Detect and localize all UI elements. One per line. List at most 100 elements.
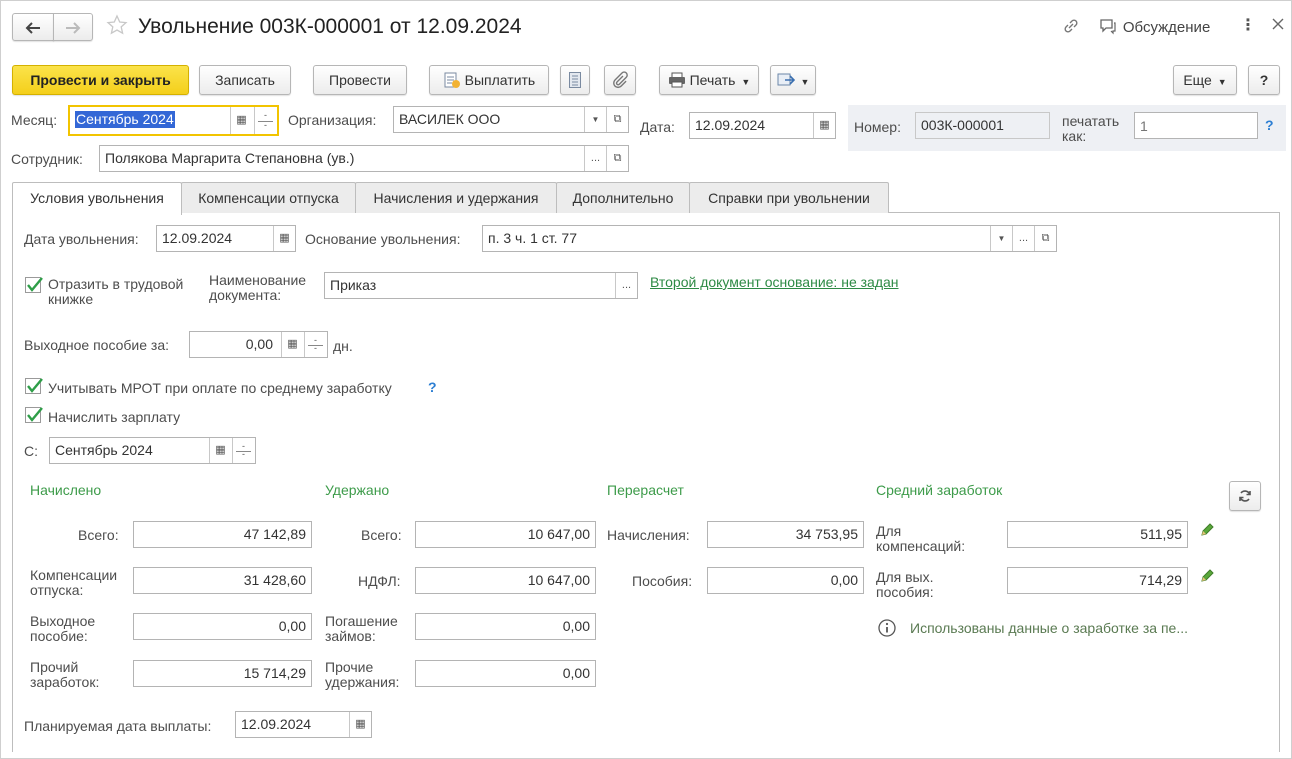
severance-stepper[interactable]: -- — [304, 332, 326, 357]
checkmark-icon — [27, 378, 43, 393]
withheld-ndfl-field: 10 647,00 — [415, 567, 596, 594]
attach-button[interactable] — [604, 65, 636, 95]
from-month-field[interactable]: Сентябрь 2024 ▦ -- — [49, 437, 256, 464]
send-button[interactable]: ▼ — [770, 65, 816, 95]
help-icon[interactable]: ? — [428, 379, 437, 395]
ellipsis-icon[interactable]: ... — [1012, 226, 1034, 251]
month-stepper[interactable]: -- — [254, 107, 276, 134]
month-label: Месяц: — [11, 112, 58, 128]
tab-certificates[interactable]: Справки при увольнении — [689, 182, 889, 213]
tab-additional[interactable]: Дополнительно — [556, 182, 690, 213]
discussion-label: Обсуждение — [1122, 19, 1211, 36]
print-as-label: печатать как: — [1062, 113, 1120, 144]
close-icon[interactable] — [1270, 16, 1286, 35]
reason-field[interactable]: п. 3 ч. 1 ст. 77 ▼ ... ⧉ — [482, 225, 1057, 252]
planned-date-field[interactable]: 12.09.2024 ▦ — [235, 711, 372, 738]
save-button[interactable]: Записать — [199, 65, 291, 95]
ellipsis-icon[interactable]: ... — [615, 273, 637, 298]
link-icon[interactable] — [1062, 17, 1080, 38]
tab-dismissal-conditions[interactable]: Условия увольнения — [12, 182, 182, 215]
date-label: Дата: — [640, 119, 675, 135]
send-icon — [777, 73, 795, 86]
dismissal-date-field[interactable]: 12.09.2024 ▦ — [156, 225, 296, 252]
calendar-icon[interactable]: ▦ — [209, 438, 231, 463]
from-label: С: — [24, 443, 38, 459]
print-button[interactable]: Печать ▼ — [659, 65, 759, 95]
info-icon — [878, 619, 896, 640]
doc-name-label: Наименование документа: — [209, 272, 307, 303]
reason-label: Основание увольнения: — [305, 231, 461, 247]
back-button[interactable] — [12, 13, 54, 41]
recalc-accruals-label: Начисления: — [607, 527, 690, 543]
dropdown-arrow-icon[interactable]: ▼ — [990, 226, 1012, 251]
calendar-icon[interactable]: ▦ — [813, 113, 835, 138]
mrot-checkbox[interactable] — [25, 378, 43, 394]
withheld-loans-label: Погашение займов: — [325, 613, 398, 644]
organization-field[interactable]: ВАСИЛЕК ООО ▼ ⧉ — [393, 106, 629, 133]
discussion-button[interactable]: Обсуждение — [1099, 17, 1210, 37]
dismissal-date-label: Дата увольнения: — [24, 231, 139, 247]
accrue-checkbox[interactable] — [25, 407, 43, 423]
avg-info-text[interactable]: Использованы данные о заработке за пе... — [910, 620, 1188, 636]
chevron-down-icon: ▼ — [1217, 77, 1227, 87]
accrue-label: Начислить зарплату — [48, 409, 181, 425]
post-and-close-button[interactable]: Провести и закрыть — [12, 65, 189, 95]
severance-days-field[interactable]: 0,00 ▦ -- — [189, 331, 328, 358]
calendar-icon[interactable]: ▦ — [230, 107, 252, 134]
withheld-total-label: Всего: — [361, 527, 402, 543]
ellipsis-icon[interactable]: ... — [584, 146, 606, 171]
calendar-icon[interactable]: ▦ — [349, 712, 371, 737]
dropdown-arrow-icon[interactable]: ▼ — [584, 107, 606, 132]
doc-name-field[interactable]: Приказ ... — [324, 272, 638, 299]
employee-label: Сотрудник: — [11, 151, 83, 167]
reflect-label: Отразить в трудовой книжке — [48, 276, 184, 307]
avg-sev-field: 714,29 — [1007, 567, 1188, 594]
accrued-vacation-field: 31 428,60 — [133, 567, 312, 594]
month-value: Сентябрь 2024 — [75, 111, 175, 128]
more-vertical-icon[interactable]: ⋮ — [1240, 18, 1256, 34]
pay-label: Выплатить — [464, 72, 536, 88]
month-field[interactable]: Сентябрь 2024 ▦ -- — [68, 105, 279, 136]
date-field[interactable]: 12.09.2024 ▦ — [689, 112, 836, 139]
employee-value: Полякова Маргарита Степановна (ув.) — [105, 150, 355, 166]
reason-value: п. 3 ч. 1 ст. 77 — [488, 230, 577, 246]
calendar-icon[interactable]: ▦ — [273, 226, 295, 251]
accrued-total-label: Всего: — [78, 527, 119, 543]
doc-name-value: Приказ — [330, 277, 377, 293]
reflect-checkbox[interactable] — [25, 277, 43, 293]
second-doc-link[interactable]: Второй документ основание: не задан — [650, 274, 899, 290]
checkmark-icon — [27, 407, 43, 422]
post-button[interactable]: Провести — [313, 65, 407, 95]
edit-pencil-icon[interactable] — [1199, 522, 1215, 541]
tab-accruals-deductions[interactable]: Начисления и удержания — [355, 182, 557, 213]
mrot-label: Учитывать МРОТ при оплате по среднему за… — [48, 380, 392, 396]
help-button[interactable]: ? — [1248, 65, 1280, 95]
refresh-button[interactable] — [1229, 481, 1261, 511]
number-value: 003К-000001 — [921, 117, 1004, 133]
accrued-total-field: 47 142,89 — [133, 521, 312, 548]
open-icon[interactable]: ⧉ — [606, 107, 628, 132]
checkmark-icon — [27, 277, 43, 292]
accrued-severance-field: 0,00 — [133, 613, 312, 640]
chevron-down-icon: ▼ — [800, 77, 810, 87]
print-as-input[interactable] — [1134, 112, 1258, 139]
more-button[interactable]: Еще ▼ — [1173, 65, 1237, 95]
avg-sev-label: Для вых. пособия: — [876, 569, 934, 600]
accrued-other-field: 15 714,29 — [133, 660, 312, 687]
organization-label: Организация: — [288, 112, 377, 128]
withheld-title: Удержано — [325, 482, 390, 498]
open-icon[interactable]: ⧉ — [606, 146, 628, 171]
tab-vacation-compensation[interactable]: Компенсации отпуска — [181, 182, 356, 213]
organization-value: ВАСИЛЕК ООО — [399, 111, 501, 127]
calculator-icon[interactable]: ▦ — [281, 332, 303, 357]
pay-button[interactable]: Выплатить — [429, 65, 549, 95]
forward-button[interactable] — [53, 13, 93, 41]
journal-button[interactable] — [560, 65, 590, 95]
favorite-star-icon[interactable] — [106, 14, 128, 39]
help-icon[interactable]: ? — [1265, 117, 1274, 133]
edit-pencil-icon[interactable] — [1199, 568, 1215, 587]
from-month-stepper[interactable]: -- — [232, 438, 254, 463]
employee-field[interactable]: Полякова Маргарита Степановна (ув.) ... … — [99, 145, 629, 172]
recalc-benefits-label: Пособия: — [632, 573, 693, 589]
open-icon[interactable]: ⧉ — [1034, 226, 1056, 251]
